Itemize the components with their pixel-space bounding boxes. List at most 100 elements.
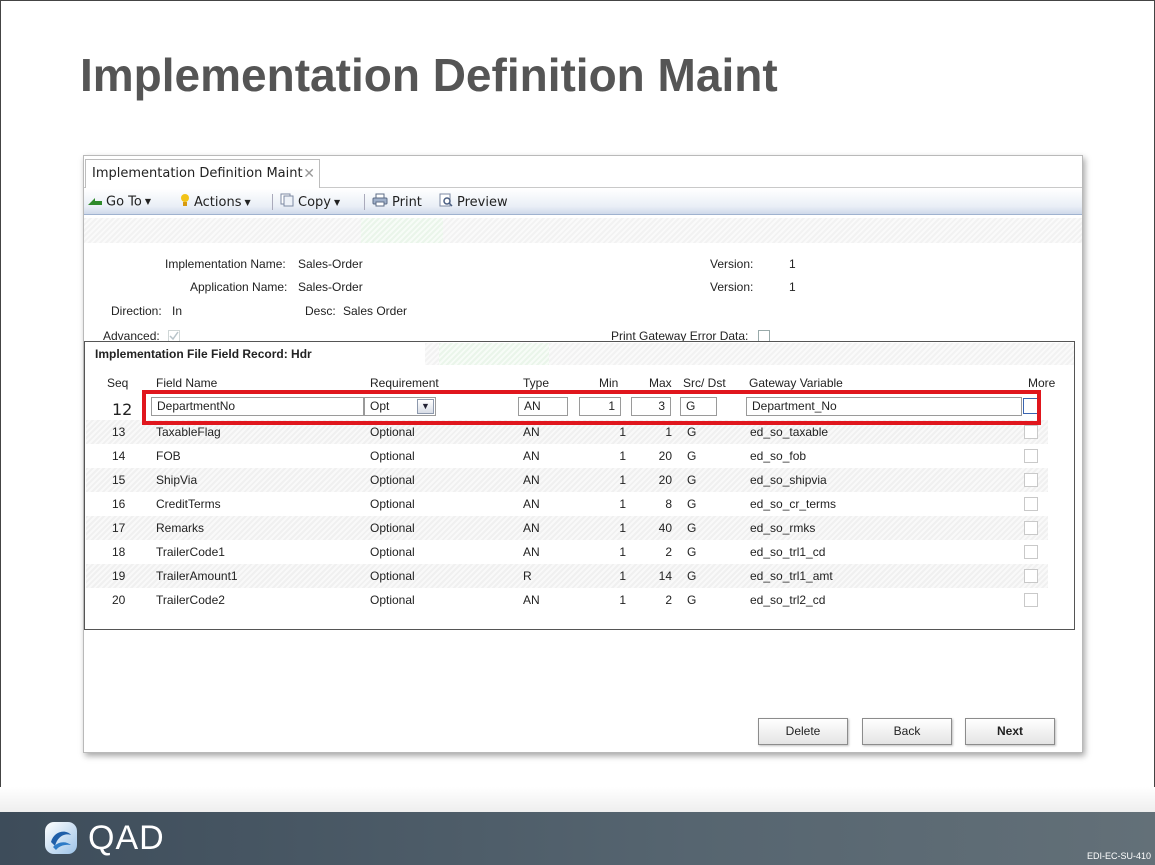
chevron-down-icon: ▼: [144, 197, 152, 206]
cell-var: ed_so_trl2_cd: [750, 593, 826, 607]
col-max: Max: [649, 376, 672, 390]
more-checkbox[interactable]: [1024, 569, 1038, 583]
col-src-dst: Src/ Dst: [683, 376, 726, 390]
table-row[interactable]: 20 TrailerCode2 Optional AN 1 2 Ged_so_trl2_cd: [86, 588, 1048, 612]
slide-title: Implementation Definition Maint: [80, 49, 778, 101]
tab-implementation-definition-maint[interactable]: Implementation Definition Maint ✕: [85, 159, 320, 188]
more-checkbox[interactable]: [1024, 521, 1038, 535]
form-header-stripe: [84, 218, 1082, 243]
cell-min: 1: [619, 449, 626, 463]
more-checkbox[interactable]: [1024, 425, 1038, 439]
cell-src: G: [687, 449, 697, 463]
col-field-name: Field Name: [156, 376, 218, 390]
footer: QAD EDI-EC-SU-410: [0, 787, 1155, 865]
print-button[interactable]: Print: [372, 193, 422, 211]
cell-max: 2: [665, 593, 672, 607]
cell-max: 2: [665, 545, 672, 559]
cell-seq: 19: [112, 569, 126, 583]
version-value: 1: [789, 257, 796, 271]
cell-seq: 16: [112, 497, 126, 511]
cell-max: 20: [658, 449, 672, 463]
next-button[interactable]: Next: [965, 718, 1055, 745]
cell-src: G: [687, 593, 697, 607]
app-window: Implementation Definition Maint ✕ Go To ▼…: [83, 155, 1083, 753]
cell-src: G: [687, 473, 697, 487]
chevron-down-icon: ▼: [244, 197, 251, 207]
table-row[interactable]: 18 TrailerCode1 Optional AN 1 2 Ged_so_trl1_cd: [86, 540, 1048, 564]
back-button[interactable]: Back: [862, 718, 952, 745]
footer-fade: [0, 787, 1155, 812]
more-checkbox[interactable]: [1024, 473, 1038, 487]
desc-label: Desc:: [305, 304, 336, 318]
footer-band: [0, 812, 1155, 865]
cell-var: ed_so_fob: [750, 449, 807, 463]
cell-min: 1: [619, 425, 626, 439]
cell-requirement: Optional: [370, 449, 415, 463]
more-checkbox[interactable]: [1024, 497, 1038, 511]
more-checkbox[interactable]: [1024, 545, 1038, 559]
table-row[interactable]: 14 FOB Optional AN 1 20 Ged_so_fob: [86, 444, 1048, 468]
impl-name-label: Implementation Name:: [165, 257, 286, 271]
cell-requirement: Optional: [370, 497, 415, 511]
table-row[interactable]: 16 CreditTerms Optional AN 1 8 Ged_so_cr_terms: [86, 492, 1048, 516]
cell-seq: 13: [112, 425, 126, 439]
table-row[interactable]: 15 ShipVia Optional AN 1 20 Ged_so_shipvia: [86, 468, 1048, 492]
app-name-label: Application Name:: [190, 280, 288, 294]
edit-seq: 12: [112, 400, 133, 419]
copy-menu[interactable]: Copy ▼: [280, 193, 340, 211]
cell-seq: 20: [112, 593, 126, 607]
delete-button[interactable]: Delete: [758, 718, 848, 745]
cell-min: 1: [619, 473, 626, 487]
field-record-panel: Implementation File Field Record: Hdr Se…: [84, 341, 1075, 630]
toolbar-divider: [364, 194, 365, 210]
cell-type: AN: [523, 425, 540, 439]
preview-button[interactable]: Preview: [439, 193, 508, 211]
version-label: Version:: [710, 280, 754, 294]
close-icon[interactable]: ✕: [303, 160, 315, 188]
cell-seq: 15: [112, 473, 126, 487]
preview-icon: [439, 193, 453, 212]
cell-max: 20: [658, 473, 672, 487]
cell-var: ed_so_rmks: [750, 521, 816, 535]
cell-src: G: [687, 545, 697, 559]
toolbar: Go To ▼ Actions ▼ Copy ▼ Print Preview: [84, 189, 1082, 215]
cell-requirement: Optional: [370, 425, 415, 439]
direction-label: Direction:: [111, 304, 162, 318]
cell-min: 1: [619, 569, 626, 583]
version-label: Version:: [710, 257, 754, 271]
table-row[interactable]: 17 Remarks Optional AN 1 40 Ged_so_rmks: [86, 516, 1048, 540]
version-value: 1: [789, 280, 796, 294]
more-checkbox[interactable]: [1024, 593, 1038, 607]
panel-header-stripe-accent: [439, 343, 549, 365]
col-more: More: [1028, 376, 1056, 390]
cell-src: G: [687, 521, 697, 535]
copy-icon: [280, 193, 294, 212]
more-checkbox[interactable]: [1024, 449, 1038, 463]
cell-field-name: TrailerAmount1: [156, 569, 238, 583]
document-code: EDI-EC-SU-410: [1086, 851, 1151, 861]
cell-seq: 14: [112, 449, 126, 463]
actions-menu[interactable]: Actions ▼: [180, 193, 251, 211]
cell-field-name: TrailerCode2: [156, 593, 225, 607]
preview-label: Preview: [457, 195, 508, 210]
app-name-value: Sales-Order: [298, 280, 363, 294]
direction-value: In: [172, 304, 183, 318]
cell-type: AN: [523, 497, 540, 511]
cell-src: G: [687, 425, 697, 439]
toolbar-divider: [272, 194, 273, 210]
cell-var: ed_so_trl1_amt: [750, 569, 833, 583]
cell-max: 8: [665, 497, 672, 511]
print-label: Print: [392, 195, 422, 210]
goto-label: Go To: [106, 194, 142, 210]
table-row[interactable]: 19 TrailerAmount1 Optional R 1 14 Ged_so_trl1_…: [86, 564, 1048, 588]
logo-text: QAD: [88, 818, 165, 857]
cell-var: ed_so_cr_terms: [750, 497, 837, 511]
actions-label: Actions: [194, 195, 242, 210]
cell-requirement: Optional: [370, 593, 415, 607]
printer-icon: [372, 193, 388, 212]
col-seq: Seq: [107, 376, 129, 390]
cell-field-name: ShipVia: [156, 473, 198, 487]
goto-menu[interactable]: Go To ▼: [88, 193, 151, 211]
cell-min: 1: [619, 545, 626, 559]
cell-type: AN: [523, 545, 540, 559]
